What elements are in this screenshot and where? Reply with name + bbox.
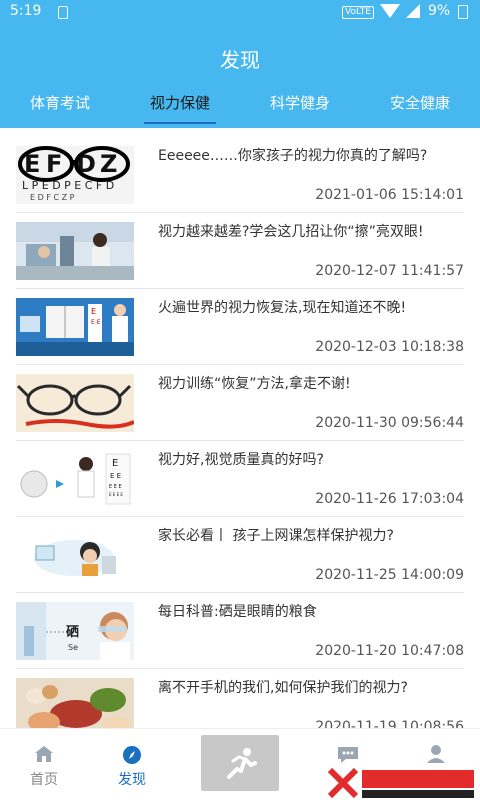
article-title: 每日科普:硒是眼睛的粮食 (158, 604, 317, 620)
article-item[interactable]: E E E 火遍世界的视力恢复法,现在知道还不晚! 2020-12-03 10:… (16, 288, 464, 365)
wifi-icon (380, 4, 400, 18)
nav-exercise[interactable] (201, 735, 279, 791)
chat-icon (338, 747, 358, 763)
runner-icon (227, 748, 257, 779)
home-icon (35, 746, 53, 762)
article-title: 离不开手机的我们,如何保护我们的视力? (158, 680, 408, 696)
article-title: 火遍世界的视力恢复法,现在知道还不晚! (158, 300, 407, 316)
volte-badge: VoLTE (342, 6, 374, 19)
child-screen-illustration (16, 526, 134, 584)
svg-text:Z: Z (100, 150, 117, 178)
selenium-image: 硒 Se (16, 602, 134, 660)
article-title: 视力好,视觉质量真的好吗? (158, 452, 324, 468)
user-icon (427, 745, 445, 763)
tab-scientific-fitness[interactable]: 科学健身 (240, 92, 360, 113)
svg-text:E E: E E (110, 472, 121, 480)
article-item[interactable]: E E E E E E E E E E 视力好,视觉质量真的好吗? 2020-1… (16, 440, 464, 517)
compass-icon (123, 746, 141, 764)
article-item[interactable]: E F D Z L P E D P E C F D E D F C Z P Ee… (16, 136, 464, 213)
status-bar: 5:19 VoLTE 9% (0, 0, 480, 24)
article-date: 2020-11-26 17:03:04 (315, 491, 464, 507)
article-title: 家长必看丨 孩子上网课怎样保护视力? (158, 528, 394, 544)
svg-text:E E E E: E E E E (109, 492, 123, 497)
svg-text:E: E (91, 307, 96, 316)
tab-label: 科学健身 (269, 94, 330, 112)
tab-safety-health[interactable]: 安全健康 (360, 92, 480, 113)
article-item[interactable]: 硒 Se 每日科普:硒是眼睛的粮食 2020-11-20 10:47:08 (16, 592, 464, 669)
nav-home[interactable]: 首页 (4, 729, 84, 801)
article-date: 2020-12-03 10:18:38 (315, 339, 464, 355)
eye-chart-image: E F D Z L P E D P E C F D E D F C Z P (16, 146, 134, 204)
article-item[interactable]: 家长必看丨 孩子上网课怎样保护视力? 2020-11-25 14:00:09 (16, 516, 464, 593)
article-title: 视力越来越差?学会这几招让你“擦”亮双眼! (158, 224, 424, 240)
nav-label: 发现 (118, 772, 146, 788)
article-date: 2020-11-30 09:56:44 (315, 415, 464, 431)
article-item[interactable]: 视力训练“恢复”方法,拿走不谢! 2020-11-30 09:56:44 (16, 364, 464, 441)
nav-discover[interactable]: 发现 (92, 729, 172, 801)
tab-sports-exam[interactable]: 体育考试 (0, 92, 120, 113)
page-title: 发现 (220, 48, 260, 72)
glasses-image (16, 374, 134, 432)
tab-vision-care[interactable]: 视力保健 (120, 92, 240, 124)
battery-percent: 9% (428, 3, 451, 19)
article-title: Eeeeee……你家孩子的视力你真的了解吗? (158, 148, 428, 164)
article-item[interactable]: 视力越来越差?学会这几招让你“擦”亮双眼! 2020-12-07 11:41:5… (16, 212, 464, 289)
article-title: 视力训练“恢复”方法,拿走不谢! (158, 376, 351, 392)
svg-text:E D F C Z P: E D F C Z P (30, 193, 75, 202)
svg-text:F: F (46, 150, 62, 178)
article-date: 2020-12-07 11:41:57 (315, 263, 464, 279)
selenium-element: Se (68, 643, 78, 652)
status-time: 5:19 (10, 3, 42, 19)
sim-icon (58, 6, 68, 19)
article-date: 2020-11-20 10:47:08 (315, 643, 464, 659)
tab-label: 视力保健 (149, 94, 210, 112)
battery-icon (458, 5, 468, 19)
watermark-logo (326, 766, 480, 800)
eye-exam-photo (16, 222, 134, 280)
category-tabs: 体育考试 视力保健 科学健身 安全健康 (0, 92, 480, 128)
article-date: 2021-01-06 15:14:01 (315, 187, 464, 203)
article-date: 2020-11-25 14:00:09 (315, 567, 464, 583)
tab-label: 安全健康 (389, 94, 450, 112)
signal-icon (406, 4, 420, 18)
active-tab-indicator (144, 122, 216, 124)
svg-text:E E: E E (91, 319, 101, 326)
svg-text:E E E: E E E (109, 484, 122, 490)
nav-label: 首页 (30, 772, 58, 788)
svg-text:E: E (112, 458, 118, 469)
tab-label: 体育考试 (29, 94, 90, 112)
lens-chart-illustration: E E E E E E E E E E (16, 450, 134, 508)
doctor-chart-illustration: E E E (16, 298, 134, 356)
selenium-symbol: 硒 (66, 625, 79, 640)
app-header: 发现 体育考试 视力保健 科学健身 安全健康 (0, 24, 480, 128)
